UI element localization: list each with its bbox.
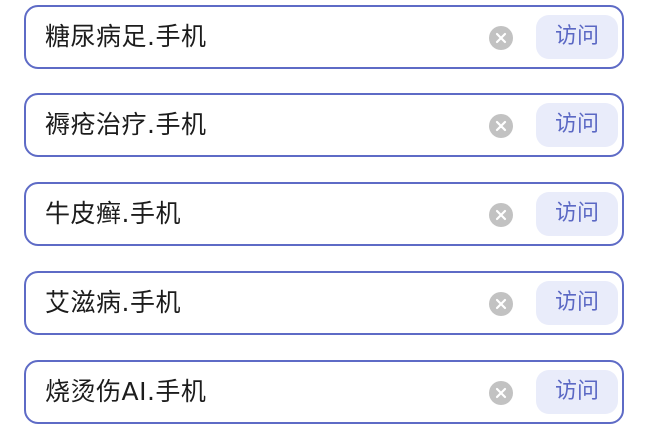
domain-input[interactable]: 艾滋病.手机 bbox=[45, 273, 181, 332]
visit-button[interactable]: 访问 bbox=[536, 15, 618, 59]
domain-input[interactable]: 烧烫伤AI.手机 bbox=[45, 362, 206, 421]
domain-row: 牛皮癣.手机 访问 bbox=[24, 182, 624, 246]
clear-icon[interactable] bbox=[489, 203, 513, 227]
visit-button[interactable]: 访问 bbox=[536, 103, 618, 147]
domain-input[interactable]: 牛皮癣.手机 bbox=[45, 184, 181, 243]
visit-button[interactable]: 访问 bbox=[536, 192, 618, 236]
clear-icon[interactable] bbox=[489, 26, 513, 50]
domain-row: 褥疮治疗.手机 访问 bbox=[24, 93, 624, 157]
domain-input[interactable]: 糖尿病足.手机 bbox=[45, 7, 206, 66]
clear-icon[interactable] bbox=[489, 381, 513, 405]
domain-input[interactable]: 褥疮治疗.手机 bbox=[45, 95, 206, 154]
domain-list: 糖尿病足.手机 访问 褥疮治疗.手机 访问 牛皮癣.手机 访问 艾滋病.手机 访… bbox=[0, 0, 650, 436]
domain-row: 烧烫伤AI.手机 访问 bbox=[24, 360, 624, 424]
clear-icon[interactable] bbox=[489, 292, 513, 316]
domain-row: 糖尿病足.手机 访问 bbox=[24, 5, 624, 69]
domain-row: 艾滋病.手机 访问 bbox=[24, 271, 624, 335]
visit-button[interactable]: 访问 bbox=[536, 281, 618, 325]
clear-icon[interactable] bbox=[489, 114, 513, 138]
visit-button[interactable]: 访问 bbox=[536, 370, 618, 414]
